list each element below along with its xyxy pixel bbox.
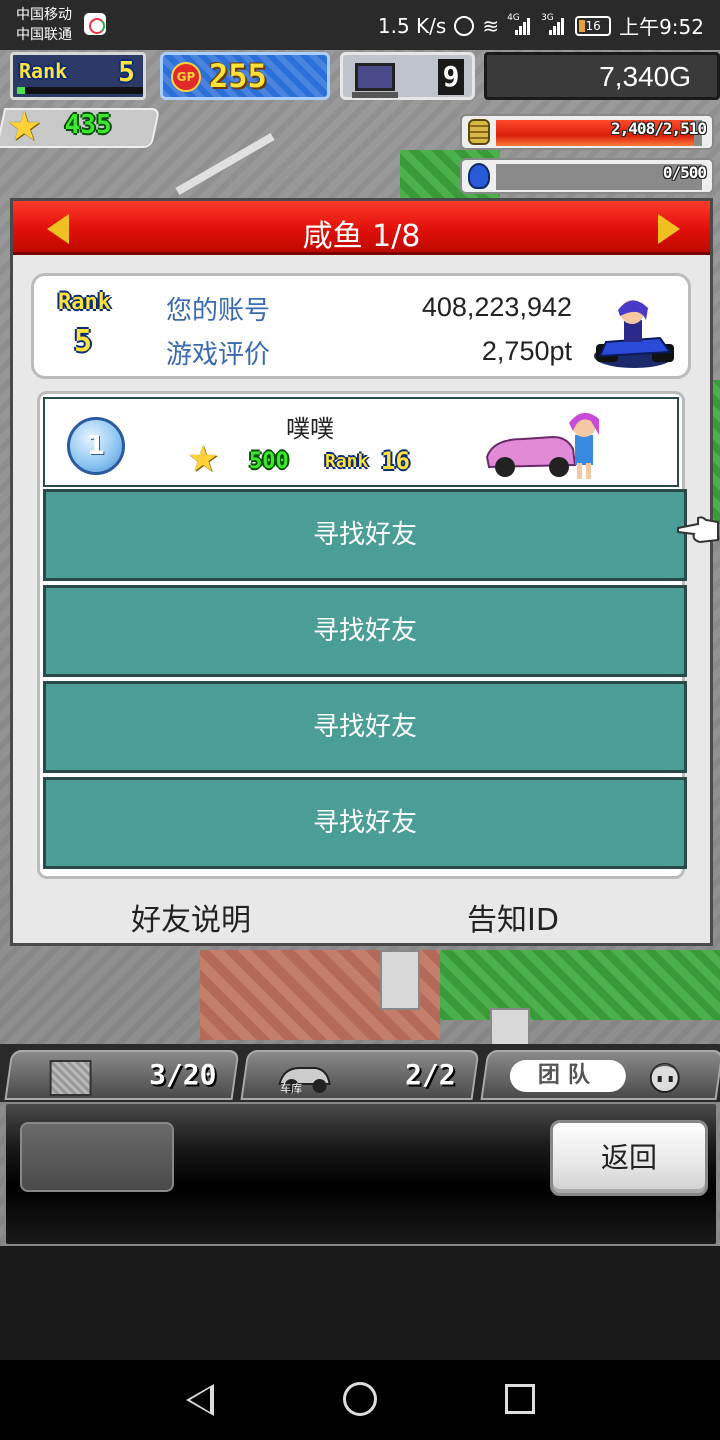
friend-star-icon: ★: [187, 439, 220, 480]
pointing-hand-icon: [677, 516, 719, 544]
account-value: 408,223,942: [421, 292, 572, 322]
signal-4g-icon: 4G: [507, 13, 533, 37]
notification-app-icon: [84, 13, 106, 35]
tab-garage[interactable]: 车库 2/2: [240, 1050, 480, 1100]
carrier-1: 中国移动: [16, 7, 72, 23]
fuel-drop-icon: [468, 163, 490, 189]
player-kart-avatar-icon: [594, 300, 674, 368]
profile-rank-label: Rank: [58, 290, 111, 315]
garage-label: 车库: [280, 1082, 303, 1095]
status-bar: 中国移动 中国联通 1.5 K/s ≋ 4G 3G 16 上午9:52: [0, 0, 720, 50]
friend-stars: 500: [249, 449, 289, 474]
nav-recents-icon[interactable]: [505, 1384, 535, 1414]
profile-card: Rank 5 您的账号 游戏评价 408,223,942 2,750pt: [31, 273, 691, 379]
net-speed: 1.5 K/s: [377, 13, 447, 38]
fuel-bar-text: 0/500: [662, 163, 707, 182]
alarm-icon: [454, 15, 475, 36]
gp-value: 255: [209, 57, 267, 95]
rank-display[interactable]: Rank 5: [10, 52, 146, 100]
pc-value: 9: [438, 59, 464, 95]
friends-list: 1 噗噗 ★ 500 Rank 16 寻找好友 寻找好友 寻找好友 寻找好友: [37, 391, 687, 879]
empty-button[interactable]: [20, 1122, 174, 1192]
friend-help-link[interactable]: 好友说明: [131, 895, 251, 939]
pc-display[interactable]: 9: [340, 52, 475, 100]
friend-rank-label: Rank: [325, 451, 369, 472]
tab-team[interactable]: 团队: [480, 1050, 720, 1100]
rank-label: Rank: [19, 59, 68, 83]
items-count: 3/20: [148, 1058, 217, 1091]
find-friend-button[interactable]: 寻找好友: [43, 585, 687, 677]
bottom-tabs: 3/20 车库 2/2 团队: [0, 1044, 720, 1102]
garage-count: 2/2: [405, 1058, 457, 1091]
report-id-link[interactable]: 告知ID: [467, 895, 559, 939]
crate-icon: [49, 1060, 92, 1096]
wall: [490, 1008, 530, 1048]
gp-display[interactable]: GP 255: [160, 52, 330, 100]
grass-patch: [420, 950, 720, 1020]
find-friend-button[interactable]: 寻找好友: [43, 777, 687, 869]
friend-car-avatar-icon: [485, 412, 599, 479]
gold-display: 7,340G: [484, 52, 720, 100]
coin-bar-text: 2,408/2,510: [611, 119, 707, 138]
wall: [380, 950, 420, 1010]
back-button[interactable]: 返回: [550, 1120, 708, 1196]
team-face-icon: [649, 1063, 680, 1093]
friend-entry[interactable]: 1 噗噗 ★ 500 Rank 16: [43, 397, 679, 487]
bottom-filler: [0, 1246, 720, 1360]
gold-value: 7,340G: [599, 61, 691, 92]
nav-back-icon[interactable]: [186, 1384, 214, 1416]
friends-dialog: 咸鱼 1/8 Rank 5 您的账号 游戏评价 408,223,942 2,75…: [10, 198, 713, 946]
dialog-title: 咸鱼 1/8: [302, 219, 421, 254]
coin-bar: 2,408/2,510: [460, 114, 714, 150]
star-value: 435: [64, 110, 112, 140]
bottom-panel: 返回: [4, 1102, 718, 1246]
android-nav-bar: [0, 1360, 720, 1440]
fuel-bar: 0/500: [460, 158, 714, 194]
carrier-2: 中国联通: [16, 27, 72, 43]
carrier-info: 中国移动 中国联通: [16, 5, 72, 45]
profile-rank-value: 5: [74, 324, 93, 359]
rank-value: 5: [118, 55, 135, 88]
clock: 上午9:52: [619, 15, 704, 39]
status-indicators: 1.5 K/s ≋ 4G 3G 16 上午9:52: [378, 11, 704, 40]
nav-home-icon[interactable]: [343, 1382, 377, 1416]
rating-value: 2,750pt: [481, 336, 572, 366]
dialog-header: 咸鱼 1/8: [13, 201, 710, 255]
computer-icon: [352, 63, 398, 98]
rating-label: 游戏评价: [166, 340, 271, 370]
find-friend-button[interactable]: 寻找好友: [43, 681, 687, 773]
next-arrow-icon[interactable]: [658, 214, 680, 244]
gp-coin-icon: GP: [171, 62, 201, 92]
star-display: ★ 435: [0, 104, 161, 150]
xp-bar: [17, 87, 143, 94]
team-label: 团队: [509, 1060, 626, 1092]
tab-items[interactable]: 3/20: [4, 1050, 240, 1100]
road-marking: [175, 133, 275, 195]
battery-icon: 16: [575, 15, 612, 36]
star-icon: ★: [6, 104, 43, 150]
find-friend-button[interactable]: 寻找好友: [43, 489, 687, 581]
wifi-icon: ≋: [482, 13, 500, 38]
account-label: 您的账号: [166, 296, 271, 326]
signal-3g-icon: 3G: [541, 13, 567, 37]
friend-rank-value: 16: [381, 447, 410, 475]
coin-stack-icon: [468, 119, 490, 145]
